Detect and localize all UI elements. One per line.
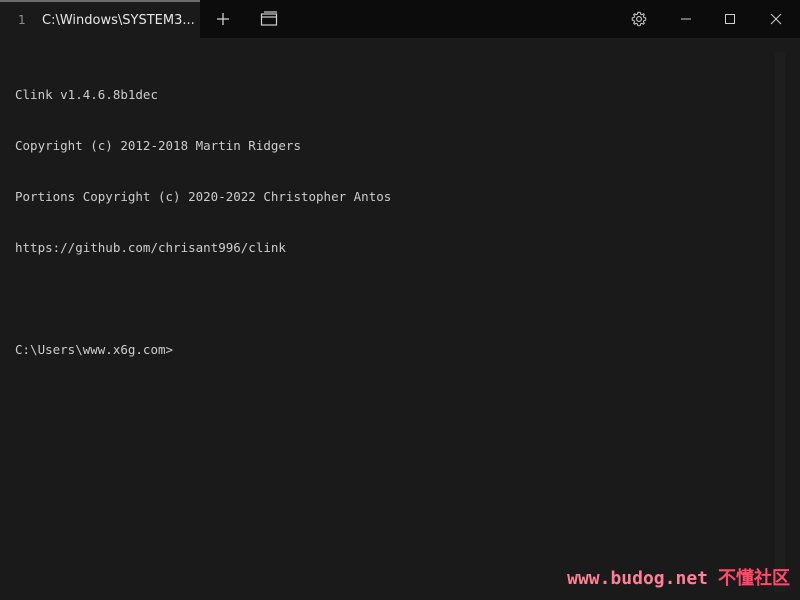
terminal-line: Copyright (c) 2012-2018 Martin Ridgers xyxy=(15,138,301,153)
watermark-cn: 不懂社区 xyxy=(718,568,790,589)
terminal-line: Clink v1.4.6.8b1dec xyxy=(15,87,158,102)
close-button[interactable] xyxy=(756,0,796,38)
terminal-line: Portions Copyright (c) 2020-2022 Christo… xyxy=(15,189,392,204)
scrollbar[interactable] xyxy=(775,52,785,592)
title-bar: 1 C:\Windows\SYSTEM3... xyxy=(0,0,800,38)
minimize-icon xyxy=(681,18,691,20)
tab-title: C:\Windows\SYSTEM3... xyxy=(42,12,195,28)
tab-index: 1 xyxy=(18,13,26,27)
new-tab-button[interactable] xyxy=(206,0,240,38)
watermark-site: www.budog.net xyxy=(567,568,708,589)
close-icon xyxy=(770,13,782,25)
maximize-icon xyxy=(725,14,735,24)
watermark: www.budog.net 不懂社区 xyxy=(567,564,790,590)
settings-button[interactable] xyxy=(622,0,656,38)
terminal-output[interactable]: Clink v1.4.6.8b1dec Copyright (c) 2012-2… xyxy=(15,52,765,592)
minimize-button[interactable] xyxy=(666,0,706,38)
terminal-line: https://github.com/chrisant996/clink xyxy=(15,240,286,255)
maximize-button[interactable] xyxy=(710,0,750,38)
command-prompt: C:\Users\www.x6g.com> xyxy=(15,342,174,357)
tab-switcher-icon xyxy=(260,11,278,26)
terminal-window: 1 C:\Windows\SYSTEM3... Clink v1.4.6.8b1… xyxy=(0,0,800,600)
tab-switcher-button[interactable] xyxy=(252,0,286,38)
plus-icon xyxy=(217,13,229,25)
tab-active[interactable]: 1 C:\Windows\SYSTEM3... xyxy=(0,0,200,38)
gear-icon xyxy=(631,11,647,27)
